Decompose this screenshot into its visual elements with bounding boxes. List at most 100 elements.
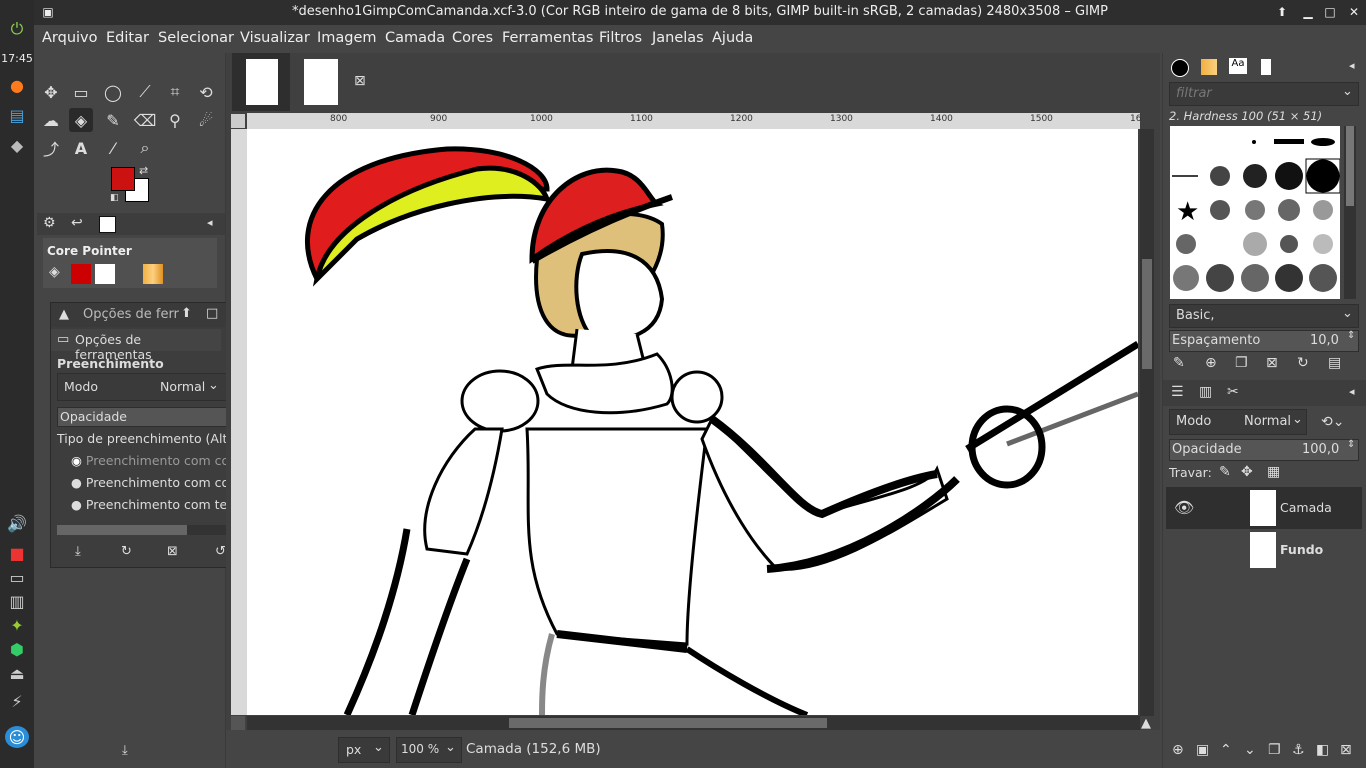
swap-colors-icon[interactable]: ⇄ (139, 164, 148, 177)
mode-dropdown[interactable]: Modo Normal ⌄ (57, 373, 229, 401)
vertical-scrollbar-thumb[interactable] (1142, 259, 1152, 369)
clone-tool-icon[interactable]: ⚲ (163, 108, 187, 132)
zoom-dropdown[interactable]: 100 % ⌄ (396, 737, 462, 763)
layer-row[interactable]: Fundo (1166, 529, 1362, 571)
vertical-scrollbar[interactable] (1140, 129, 1154, 716)
fill-option-pattern[interactable]: ● Preenchimento com textu (71, 497, 247, 512)
warp-tool-icon[interactable]: ☁ (39, 108, 63, 132)
new-layer-icon[interactable]: ⊕ (1172, 742, 1184, 758)
refresh-brushes-icon[interactable]: ↻ (1297, 355, 1309, 371)
power-icon[interactable]: ⚡ (5, 690, 29, 712)
layer-mode-dropdown[interactable]: Modo Normal ⌄ (1169, 409, 1307, 435)
duplicate-brush-icon[interactable]: ❐ (1235, 355, 1248, 371)
menu-cores[interactable]: Cores (452, 30, 493, 46)
reset-options-icon[interactable]: ↺ (215, 544, 226, 559)
brush-preset-dropdown[interactable]: Basic, ⌄ (1169, 304, 1359, 328)
lower-layer-icon[interactable]: ⌄ (1244, 742, 1256, 758)
lasso-tool-icon[interactable]: ◯ (101, 80, 125, 104)
close-button[interactable]: ✕ (1346, 4, 1362, 20)
volume-icon[interactable]: 🔊 (5, 512, 29, 534)
tool-options-tab[interactable]: ▭ Opções de ferramentas (51, 329, 221, 362)
horizontal-scrollbar-thumb[interactable] (509, 718, 827, 728)
lock-alpha-icon[interactable]: ▦ (1267, 464, 1280, 480)
unit-dropdown[interactable]: px ⌄ (338, 737, 390, 763)
window-maximize-icon[interactable]: □ (206, 306, 218, 321)
new-brush-icon[interactable]: ⊕ (1205, 355, 1217, 371)
default-colors-icon[interactable]: ◧ (110, 193, 119, 203)
edit-brush-icon[interactable]: ✎ (1173, 355, 1185, 371)
color-icon[interactable]: ✦ (5, 614, 29, 636)
menu-ajuda[interactable]: Ajuda (712, 30, 753, 46)
ubuntu-logo-icon[interactable]: ⏻ (5, 18, 29, 40)
layer-row[interactable]: 👁 Camada (1166, 487, 1362, 529)
fill-option-fg[interactable]: ◉ Preenchimento com cor d (71, 453, 246, 468)
maximize-button[interactable]: □ (1322, 4, 1338, 20)
move-tool-icon[interactable]: ✥ (39, 80, 63, 104)
eraser-tool-icon[interactable]: ⌫ (133, 108, 157, 132)
files-icon[interactable]: ▤ (5, 104, 29, 126)
paths-tool-icon[interactable]: ⤴ (39, 136, 63, 160)
menu-editar[interactable]: Editar (106, 30, 149, 46)
delete-layer-icon[interactable]: ⊠ (1340, 742, 1352, 758)
brush-grid[interactable]: ★ (1170, 126, 1341, 299)
menu-ferramentas[interactable]: Ferramentas (502, 30, 593, 46)
composite-mode-icon[interactable]: ⟲⌄ (1321, 414, 1344, 430)
images-tab-icon[interactable] (99, 216, 116, 233)
restore-options-icon[interactable]: ↻ (121, 544, 132, 559)
save-tool-preset-icon[interactable]: ⤓ (122, 743, 128, 758)
screen-icon[interactable]: ▭ (5, 566, 29, 588)
minimize-button[interactable]: ▁ (1300, 4, 1316, 20)
record-icon[interactable]: ■ (5, 542, 29, 564)
quick-mask-corner[interactable] (231, 114, 245, 128)
crop-tool-icon[interactable]: ⌗ (163, 80, 187, 104)
text-tool-icon[interactable]: A (69, 136, 93, 160)
tab-menu-icon[interactable]: ◂ (207, 216, 213, 229)
brush-filter-input[interactable]: filtrar ⌄ (1169, 82, 1359, 106)
menu-camada[interactable]: Camada (385, 30, 445, 46)
brush-grid-scrollbar[interactable] (1344, 126, 1356, 299)
canvas[interactable] (247, 129, 1138, 715)
quick-mask-toggle[interactable] (231, 716, 245, 730)
new-group-icon[interactable]: ▣ (1196, 742, 1209, 758)
tool-options-hscrollbar[interactable] (57, 525, 237, 535)
smudge-tool-icon[interactable]: ☄ (194, 108, 218, 132)
eye-icon[interactable]: 👁 (1174, 498, 1194, 517)
image-tab-active[interactable] (232, 53, 290, 111)
eject-icon[interactable]: ⏏ (5, 662, 29, 684)
lock-position-icon[interactable]: ✥ (1241, 464, 1253, 480)
fonts-tab-icon[interactable]: Aa (1229, 58, 1247, 74)
tab-menu-icon[interactable]: ◂ (1349, 385, 1355, 398)
brushes-tab-icon[interactable] (1171, 59, 1189, 77)
document-history-tab-icon[interactable] (1261, 59, 1271, 75)
layers-tab-icon[interactable]: ☰ (1171, 384, 1184, 400)
menu-arquivo[interactable]: Arquivo (42, 30, 98, 46)
anchor-layer-icon[interactable]: ⚓ (1292, 742, 1305, 758)
paintbrush-tool-icon[interactable]: ✎ (101, 108, 125, 132)
zoom-tool-icon[interactable]: ⌕ (133, 136, 157, 160)
image-tab-2-thumbnail[interactable] (304, 59, 338, 105)
package-icon[interactable]: ⬢ (5, 638, 29, 660)
clipboard-icon[interactable]: ▥ (5, 590, 29, 612)
foreground-color-swatch[interactable] (111, 167, 135, 191)
horizontal-scrollbar[interactable] (247, 716, 1140, 730)
gimp-launcher-icon[interactable]: ◆ (5, 134, 29, 156)
keep-above-icon[interactable]: ⬆ (1274, 4, 1290, 20)
window-up-icon[interactable]: ⬆ (181, 306, 192, 321)
layer-opacity-slider[interactable]: Opacidade 100,0 ⇕ (1169, 439, 1359, 461)
duplicate-layer-icon[interactable]: ❐ (1268, 742, 1281, 758)
menu-selecionar[interactable]: Selecionar (158, 30, 234, 46)
bucket-fill-tool-icon[interactable]: ◈ (69, 108, 93, 132)
menu-imagem[interactable]: Imagem (317, 30, 377, 46)
close-tab-icon[interactable]: ⊠ (354, 73, 366, 89)
undo-history-tab-icon[interactable]: ↩ (71, 215, 83, 231)
spin-icon[interactable]: ⇕ (1347, 330, 1355, 341)
navigate-icon[interactable]: ▲ (1141, 716, 1151, 731)
paths-tab-icon[interactable]: ✂ (1227, 384, 1239, 400)
open-brush-icon[interactable]: ▤ (1328, 355, 1341, 371)
spin-icon[interactable]: ⇕ (1347, 439, 1355, 450)
firefox-icon[interactable]: ● (5, 74, 29, 96)
opacity-slider[interactable]: Opacidade (57, 407, 231, 427)
lock-pixels-icon[interactable]: ✎ (1219, 464, 1231, 480)
channels-tab-icon[interactable]: ▥ (1199, 384, 1212, 400)
menu-janelas[interactable]: Janelas (652, 30, 704, 46)
